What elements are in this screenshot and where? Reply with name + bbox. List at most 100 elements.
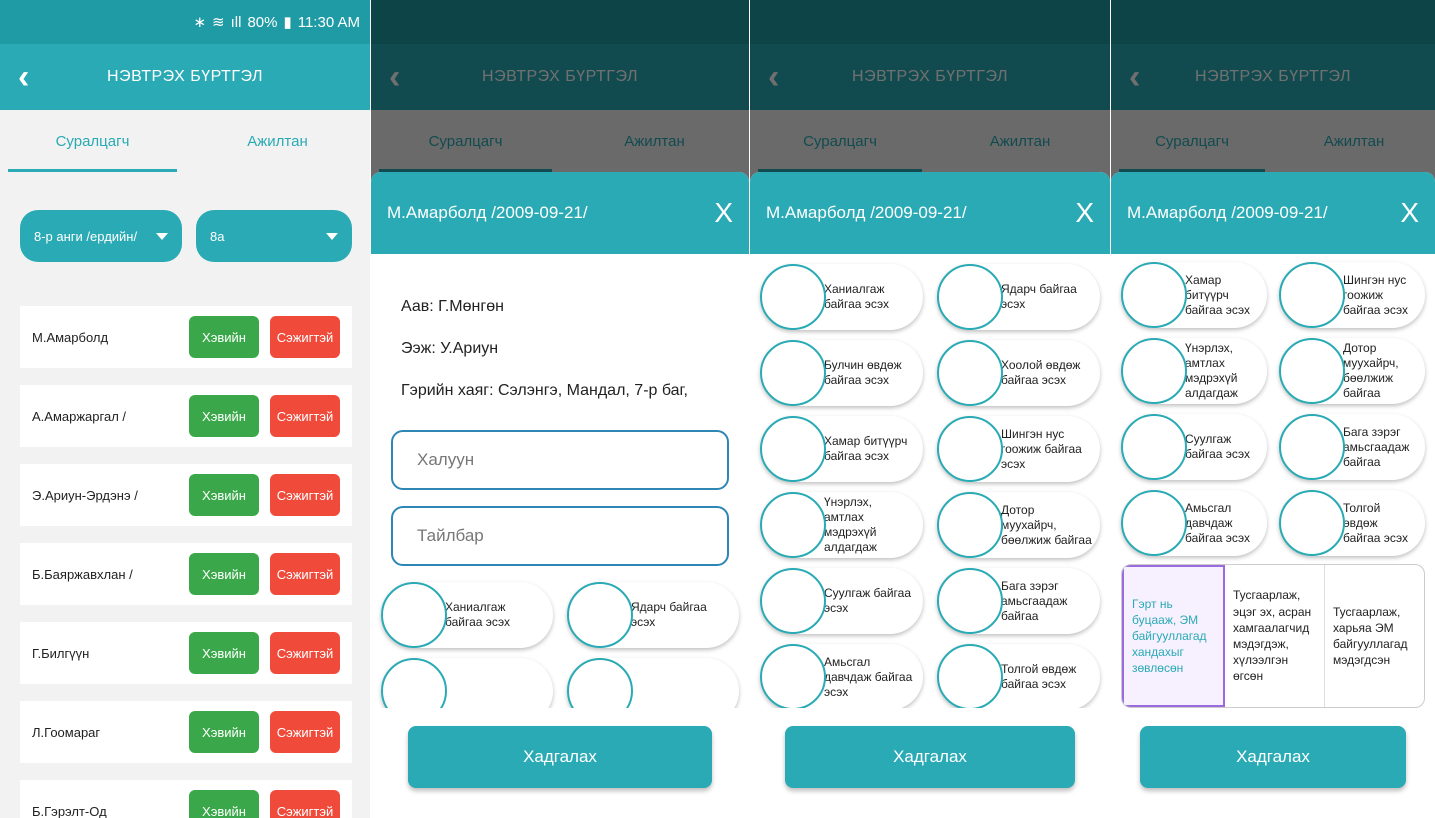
normal-button[interactable]: Хэвийн [189,553,259,595]
checkbox-circle[interactable] [760,416,826,482]
checkbox-circle[interactable] [760,568,826,634]
symptom-option[interactable]: Суулгаж байгаа эсэх [760,568,923,634]
checkbox-circle[interactable] [1279,414,1345,480]
symptom-option[interactable]: Толгой өвдөж байгаа эсэх [937,644,1100,710]
tab-staff[interactable]: Ажилтан [930,110,1110,172]
screen-student-list: ∗ ≋ ıll 80% ▮ 11:30 AM ‹ НЭВТРЭХ БҮРТГЭЛ… [0,0,370,818]
checkbox-circle[interactable] [381,582,447,648]
class-dropdown[interactable]: 8а [196,210,352,262]
tab-student[interactable]: Суралцагч [0,110,185,172]
symptom-option[interactable]: Ханиалгаж байгаа эсэх [760,264,923,330]
symptom-option[interactable]: Толгой өвдөж байгаа эсэх [1279,490,1425,556]
symptom-label: Амьсгал давчдаж байгаа эсэх [1185,500,1251,545]
symptom-option[interactable]: Дотор муухайрч, бөөлжиж байгаа [937,492,1100,558]
save-button[interactable]: Хадгалах [408,726,712,788]
grade-dropdown[interactable]: 8-р анги /ердийн/ [20,210,182,262]
symptom-label: Ханиалгаж байгаа эсэх [445,600,511,629]
symptom-option[interactable]: Дотор муухайрч, бөөлжиж байгаа [1279,338,1425,404]
symptom-option[interactable]: Хоолой өвдөж байгаа эсэх [937,340,1100,406]
close-icon[interactable]: X [1075,199,1094,227]
checkbox-circle[interactable] [937,644,1003,710]
student-name: Э.Ариун-Эрдэнэ / [32,487,138,503]
father-name: Аав: Г.Мөнгөн [401,298,504,315]
checkbox-circle[interactable] [1279,490,1345,556]
symptom-option[interactable]: Амьсгал давчдаж байгаа эсэх [1121,490,1267,556]
temperature-input[interactable]: Халуун [391,430,729,490]
checkbox-circle[interactable] [1121,338,1187,404]
symptom-grid: Хамар битүүрч байгаа эсэх Шингэн нус гоо… [1111,254,1435,556]
tab-student[interactable]: Суралцагч [1111,110,1273,172]
symptom-option[interactable]: Шингэн нус гоожиж байгаа эсэх [1279,262,1425,328]
checkbox-circle[interactable] [937,340,1003,406]
normal-button[interactable]: Хэвийн [189,395,259,437]
symptom-option[interactable]: Амьсгал давчдаж байгаа эсэх [760,644,923,710]
tab-bar: Суралцагч Ажилтан [0,110,370,172]
tab-staff[interactable]: Ажилтан [185,110,370,172]
tab-staff[interactable]: Ажилтан [1273,110,1435,172]
checkbox-circle[interactable] [937,264,1003,330]
checkbox-circle[interactable] [1121,490,1187,556]
checkbox-circle[interactable] [937,492,1003,558]
note-input[interactable]: Тайлбар [391,506,729,566]
symptom-option[interactable]: Булчин өвдөж байгаа эсэх [760,340,923,406]
checkbox-circle[interactable] [760,264,826,330]
suspect-button[interactable]: Сэжигтэй [270,316,340,358]
save-button[interactable]: Хадгалах [785,726,1075,788]
suspect-button[interactable]: Сэжигтэй [270,395,340,437]
normal-button[interactable]: Хэвийн [189,711,259,753]
suspect-button[interactable]: Сэжигтэй [270,711,340,753]
suspect-button[interactable]: Сэжигтэй [270,553,340,595]
checkbox-circle[interactable] [937,568,1003,634]
normal-button[interactable]: Хэвийн [189,790,259,818]
checkbox-circle[interactable] [1279,338,1345,404]
checkbox-circle[interactable] [760,340,826,406]
back-arrow-icon[interactable]: ‹ [18,60,29,94]
checkbox-circle[interactable] [760,644,826,710]
close-icon[interactable]: X [1400,199,1419,227]
app-bar: ‹ НЭВТРЭХ БҮРТГЭЛ [1111,44,1435,110]
screen-modal-symptoms: ‹ НЭВТРЭХ БҮРТГЭЛ Суралцагч Ажилтан М.Ам… [750,0,1110,818]
suspect-button[interactable]: Сэжигтэй [270,790,340,818]
symptom-option[interactable]: Хамар битүүрч байгаа эсэх [1121,262,1267,328]
tab-student[interactable]: Суралцагч [750,110,930,172]
checkbox-circle[interactable] [1121,262,1187,328]
back-arrow-icon[interactable]: ‹ [768,60,779,94]
symptom-option[interactable]: Бага зэрэг амьсгаадаж байгаа [937,568,1100,634]
tab-staff[interactable]: Ажилтан [560,110,749,172]
tab-bar: Суралцагч Ажилтан [750,110,1110,172]
symptom-option[interactable]: Ядарч байгаа эсэх [937,264,1100,330]
symptom-option[interactable]: Үнэрлэх, амтлах мэдрэхүй алдагдаж [1121,338,1267,404]
checkbox-circle[interactable] [760,492,826,558]
status-bar [750,0,1110,44]
checkbox-circle[interactable] [1121,414,1187,480]
save-button[interactable]: Хадгалах [1140,726,1406,788]
symptom-label: Шингэн нус гоожиж байгаа эсэх [1001,426,1082,471]
suspect-button[interactable]: Сэжигтэй [270,632,340,674]
normal-button[interactable]: Хэвийн [189,632,259,674]
symptom-modal: М.Амарболд /2009-09-21/ X Аав: Г.Мөнгөн … [371,172,749,818]
symptom-option[interactable]: Шингэн нус гоожиж байгаа эсэх [937,416,1100,482]
normal-button[interactable]: Хэвийн [189,316,259,358]
normal-button[interactable]: Хэвийн [189,474,259,516]
back-arrow-icon[interactable]: ‹ [389,60,400,94]
symptom-option[interactable]: Үнэрлэх, амтлах мэдрэхүй алдагдаж [760,492,923,558]
outcome-option[interactable]: Тусгаарлаж, харьяа ЭМ байгууллагад мэдэг… [1325,565,1424,707]
checkbox-circle[interactable] [1279,262,1345,328]
outcome-option[interactable]: Тусгаарлаж, эцэг эх, асран хамгаалагчид … [1225,565,1325,707]
outcome-option-selected[interactable]: Гэрт нь буцааж, ЭМ байгууллагад хандахыг… [1122,565,1225,707]
suspect-button[interactable]: Сэжигтэй [270,474,340,516]
symptom-option[interactable]: Ханиалгаж байгаа эсэх [381,582,553,648]
student-name: Г.Билгүүн [32,645,90,661]
symptom-option[interactable]: Бага зэрэг амьсгаадаж байгаа [1279,414,1425,480]
symptom-option[interactable]: Хамар битүүрч байгаа эсэх [760,416,923,482]
tab-student[interactable]: Суралцагч [371,110,560,172]
student-name: Л.Гоомараг [32,724,101,740]
symptom-option[interactable]: Ядарч байгаа эсэх [567,582,739,648]
home-address: Гэрийн хаяг: Сэлэнгэ, Мандал, 7-р баг, [401,382,688,399]
close-icon[interactable]: X [714,199,733,227]
back-arrow-icon[interactable]: ‹ [1129,60,1140,94]
checkbox-circle[interactable] [937,416,1003,482]
chevron-down-icon [156,232,168,240]
checkbox-circle[interactable] [567,582,633,648]
symptom-option[interactable]: Суулгаж байгаа эсэх [1121,414,1267,480]
